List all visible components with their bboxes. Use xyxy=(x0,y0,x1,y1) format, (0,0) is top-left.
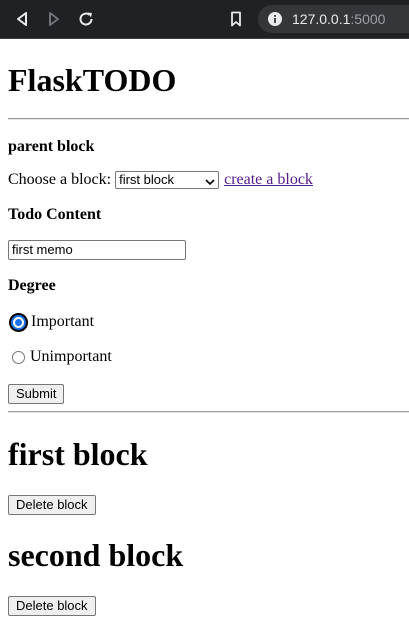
back-arrow-icon[interactable] xyxy=(12,9,32,29)
radio-important-label: Important xyxy=(31,313,95,330)
block-select-value: first block xyxy=(115,171,220,189)
choose-block-row: Choose a block: first block create a blo… xyxy=(8,171,313,189)
divider xyxy=(8,411,409,413)
chevron-down-icon xyxy=(205,174,215,186)
block-title: first block xyxy=(8,436,148,472)
radio-important[interactable] xyxy=(11,314,26,330)
todo-content-input[interactable]: first memo xyxy=(8,240,186,260)
forward-arrow-icon[interactable] xyxy=(44,9,64,29)
page-title: FlaskTODO xyxy=(8,62,177,98)
address-bar[interactable]: 127.0.0.1:5000 xyxy=(258,5,409,33)
todo-content-label: Todo Content xyxy=(8,206,102,223)
submit-button[interactable]: Submit xyxy=(8,384,65,404)
create-block-link[interactable]: create a block xyxy=(224,171,313,189)
radio-important-row[interactable]: Important xyxy=(8,313,94,331)
radio-unimportant[interactable] xyxy=(12,350,25,364)
delete-block-button[interactable]: Delete block xyxy=(8,596,96,616)
url-host: 127.0.0.1 xyxy=(292,11,351,27)
url-port: :5000 xyxy=(350,11,386,27)
delete-block-button[interactable]: Delete block xyxy=(8,495,96,515)
radio-unimportant-label: Unimportant xyxy=(30,348,112,365)
browser-toolbar: 127.0.0.1:5000 xyxy=(0,0,409,39)
degree-label: Degree xyxy=(8,277,56,294)
reload-icon[interactable] xyxy=(76,9,96,29)
bookmark-icon[interactable] xyxy=(226,9,246,29)
parent-block-label: parent block xyxy=(8,138,95,155)
block-select[interactable]: first block xyxy=(115,171,220,189)
block-title: second block xyxy=(8,537,184,573)
choose-block-label: Choose a block: xyxy=(8,171,112,188)
info-icon[interactable] xyxy=(268,12,282,26)
divider xyxy=(8,118,409,120)
url-text: 127.0.0.1:5000 xyxy=(292,11,385,27)
radio-unimportant-row[interactable]: Unimportant xyxy=(8,348,112,366)
